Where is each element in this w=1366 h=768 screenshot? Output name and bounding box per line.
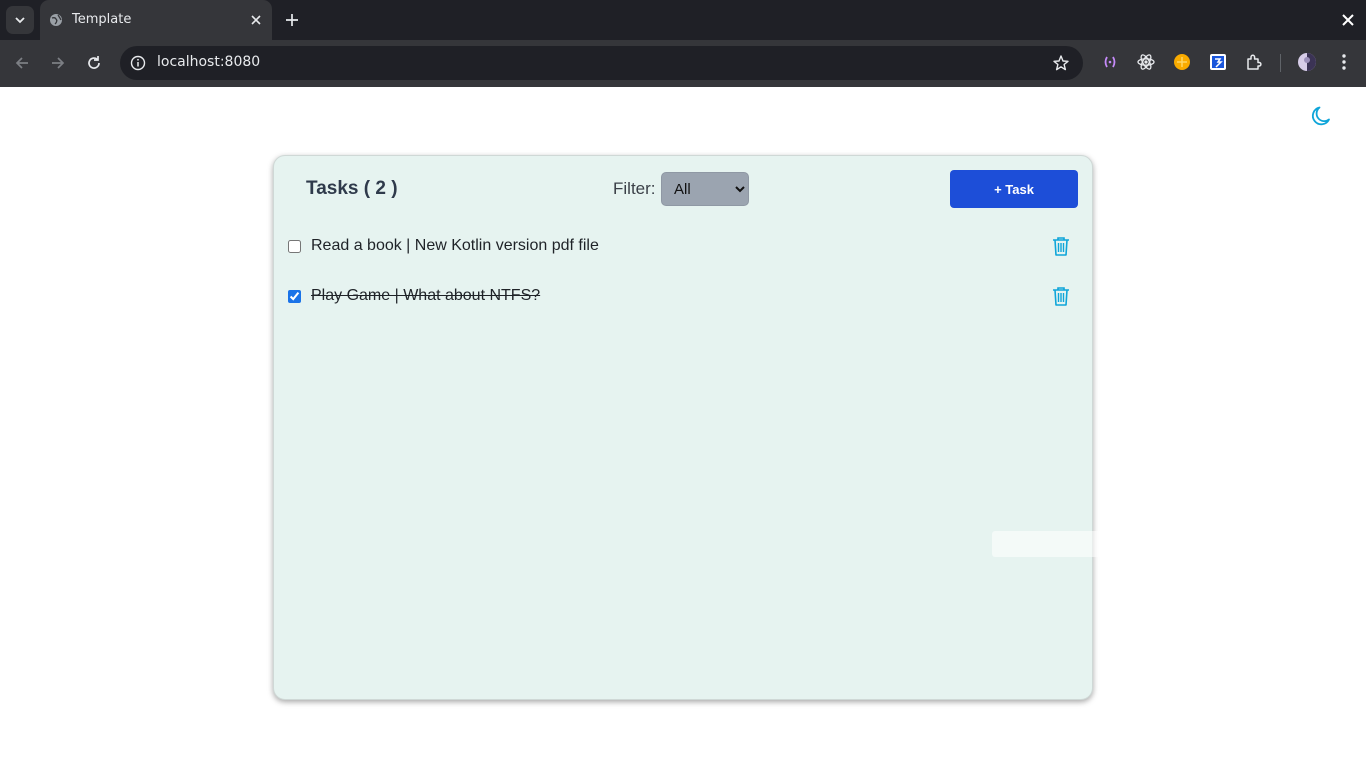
- tab-title: Template: [72, 12, 132, 27]
- task-text[interactable]: Play Game | What about NTFS?: [311, 287, 540, 305]
- task-item: Read a book | New Kotlin version pdf fil…: [274, 227, 1092, 267]
- window-close-icon[interactable]: [1340, 12, 1356, 28]
- filter-label: Filter:: [613, 179, 656, 198]
- reload-icon[interactable]: [84, 53, 104, 73]
- react-devtools-icon[interactable]: [1136, 52, 1156, 72]
- puzzle-extensions-icon[interactable]: [1244, 52, 1264, 72]
- url-text: localhost:8080: [157, 54, 261, 70]
- tab-search-button[interactable]: [6, 6, 34, 34]
- bookmark-star-icon[interactable]: [1052, 54, 1070, 72]
- profile-avatar-icon[interactable]: [1297, 52, 1317, 72]
- add-task-button[interactable]: + Task: [950, 170, 1078, 208]
- forward-arrow-icon[interactable]: [48, 53, 68, 73]
- chevron-down-icon: [15, 17, 25, 24]
- task-checkbox[interactable]: [288, 240, 301, 253]
- task-checkbox[interactable]: [288, 290, 301, 303]
- filter-select[interactable]: All: [661, 172, 749, 206]
- globe-icon: [50, 14, 62, 26]
- trash-icon[interactable]: [1050, 285, 1072, 307]
- tasks-title: Tasks ( 2 ): [306, 178, 398, 199]
- toolbar-separator: [1280, 54, 1281, 72]
- site-info-icon[interactable]: [130, 55, 146, 71]
- task-card: Tasks ( 2 ) Filter: All + Task Read a bo…: [273, 155, 1093, 700]
- new-tab-plus-icon[interactable]: [283, 11, 301, 29]
- blue-extension-icon[interactable]: [1208, 52, 1228, 72]
- moon-icon[interactable]: [1309, 104, 1333, 128]
- faded-tooltip: [992, 531, 1142, 557]
- browser-menu-icon[interactable]: [1334, 52, 1354, 72]
- extension-bracket-icon[interactable]: [1100, 52, 1120, 72]
- task-text[interactable]: Read a book | New Kotlin version pdf fil…: [311, 237, 599, 255]
- orange-extension-icon[interactable]: [1172, 52, 1192, 72]
- close-icon[interactable]: [248, 12, 264, 28]
- trash-icon[interactable]: [1050, 235, 1072, 257]
- browser-tabstrip: Template: [0, 0, 1366, 40]
- browser-tab[interactable]: Template: [40, 0, 272, 40]
- address-bar[interactable]: localhost:8080: [120, 46, 1083, 80]
- browser-toolbar: localhost:8080: [0, 40, 1366, 87]
- task-item: Play Game | What about NTFS?: [274, 277, 1092, 317]
- back-arrow-icon[interactable]: [12, 53, 32, 73]
